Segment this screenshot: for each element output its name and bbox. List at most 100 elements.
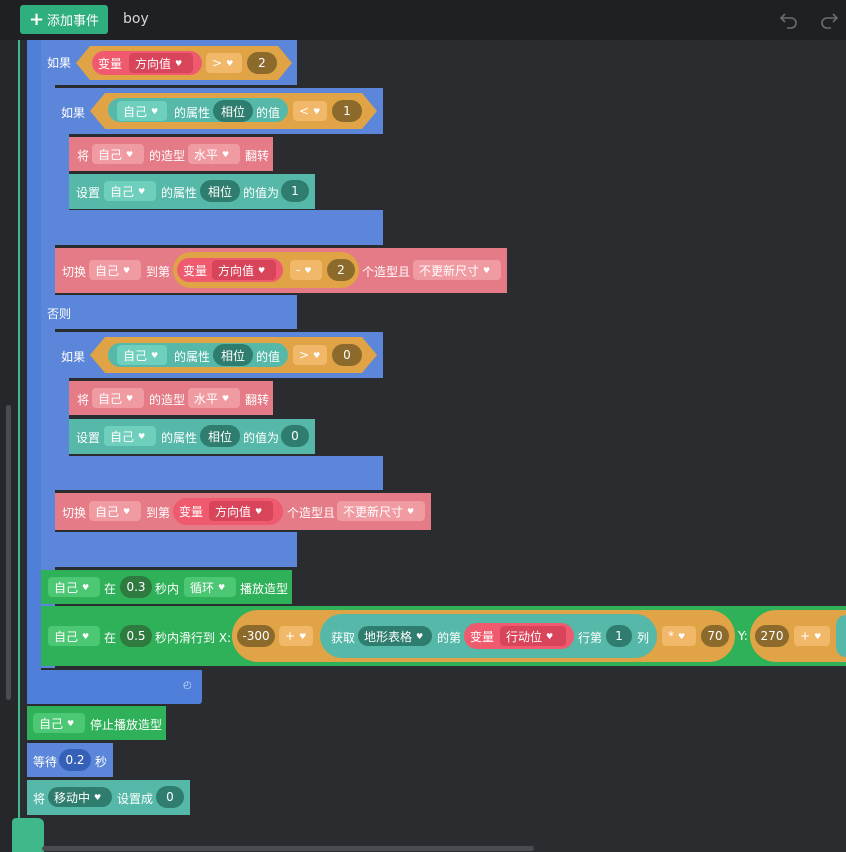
var-label: 变量 [179, 505, 204, 519]
resize-dropdown[interactable]: 不更新尺寸 ♥ [337, 501, 425, 521]
dd-text: - [296, 263, 301, 277]
stop-costume-label: 停止播放造型 [90, 718, 163, 732]
object-dropdown[interactable]: 自己 ♥ [104, 181, 156, 201]
dd-text: 移动中 [54, 790, 91, 805]
direction-dropdown[interactable]: 水平 ♥ [188, 144, 240, 164]
costume-of-label: 的造型 [149, 393, 186, 407]
variable-dropdown[interactable]: 行动位 ♥ [500, 626, 566, 646]
dd-text: > [299, 348, 310, 362]
nested-if-bottom [55, 456, 383, 490]
dd-text: 自己 [54, 629, 79, 644]
dd-text: 方向值 [215, 504, 252, 519]
dd-text: + [285, 629, 296, 643]
outer-c-arm [27, 40, 41, 704]
object-dropdown[interactable]: 自己 ♥ [92, 144, 144, 164]
vertical-scrollbar[interactable] [6, 405, 11, 700]
number-input[interactable]: 70 [701, 625, 729, 647]
object-dropdown[interactable]: 自己 ♥ [89, 501, 141, 521]
collapse-icon[interactable]: ◴ [183, 680, 192, 691]
object-dropdown[interactable]: 自己 ♥ [92, 388, 144, 408]
property-name[interactable]: 相位 [200, 425, 240, 447]
var-label: 变量 [98, 56, 123, 71]
table-dropdown[interactable]: 地形表格 ♥ [358, 626, 432, 646]
prop-of-label: 的属性 [161, 186, 198, 200]
object-dropdown[interactable]: 自己 ♥ [48, 626, 100, 646]
operator-dropdown[interactable]: > ♥ [206, 53, 242, 73]
loop-dropdown[interactable]: 循环 ♥ [184, 577, 236, 597]
number-input[interactable]: 0 [156, 786, 184, 808]
seconds-input[interactable]: 0.3 [120, 576, 152, 598]
object-dropdown[interactable]: 自己 ♥ [33, 713, 85, 733]
number-input[interactable]: 2 [327, 259, 355, 281]
prop-of-label: 的属性 [161, 431, 198, 445]
object-dropdown[interactable]: 自己 ♥ [117, 101, 167, 121]
property-name[interactable]: 相位 [213, 344, 253, 366]
variable-dropdown[interactable]: 方向值 ♥ [209, 501, 273, 521]
property-name[interactable]: 相位 [200, 180, 240, 202]
set-label: 设置 [76, 431, 101, 445]
dd-text: 自己 [39, 716, 64, 731]
number-input[interactable]: 270 [755, 625, 789, 647]
variable-dropdown[interactable]: 移动中 ♥ [48, 787, 112, 807]
object-dropdown[interactable]: 自己 ♥ [48, 577, 100, 597]
get-label: 获取 [331, 631, 356, 645]
operator-dropdown[interactable]: + ♥ [794, 626, 830, 646]
undo-icon[interactable] [778, 8, 800, 30]
add-event-button[interactable]: + 添加事件 [20, 5, 108, 34]
object-dropdown[interactable]: 自己 ♥ [89, 260, 141, 280]
number-input[interactable]: 0 [332, 344, 362, 366]
horizontal-scrollbar[interactable] [42, 846, 534, 851]
chevron-down-icon: ♥ [138, 431, 146, 441]
number-input[interactable]: 1 [332, 100, 362, 122]
number-input[interactable]: -300 [237, 625, 275, 647]
at-label: 在 [104, 582, 117, 596]
number-input[interactable]: 2 [247, 52, 277, 74]
add-event-label: 添加事件 [47, 14, 100, 29]
dd-text: 水平 [194, 391, 219, 406]
nth-label: 的第 [437, 631, 462, 645]
variable-dropdown[interactable]: 方向值 ♥ [129, 53, 193, 73]
at-label: 在 [104, 631, 117, 645]
sprite-tab[interactable]: boy [123, 11, 149, 27]
resize-dropdown[interactable]: 不更新尺寸 ♥ [413, 260, 501, 280]
operator-dropdown[interactable]: * ♥ [662, 626, 696, 646]
operator-dropdown[interactable]: < ♥ [293, 101, 327, 121]
object-dropdown[interactable]: 自己 ♥ [104, 426, 156, 446]
operator-dropdown[interactable]: + ♥ [279, 626, 313, 646]
direction-dropdown[interactable]: 水平 ♥ [188, 388, 240, 408]
play-costume-label: 播放造型 [240, 582, 289, 596]
dd-text: 自己 [123, 104, 148, 119]
chevron-down-icon: ♥ [678, 631, 686, 641]
var-label: 变量 [470, 629, 495, 644]
chevron-down-icon: ♥ [123, 506, 131, 516]
number-input[interactable]: 1 [281, 180, 309, 202]
flip-label: 翻转 [245, 149, 270, 163]
if-label: 如果 [61, 350, 86, 364]
prop-of-label: 的属性 [174, 106, 211, 120]
set-to-label: 的值为 [243, 186, 280, 200]
dd-text: 行动位 [506, 629, 543, 644]
within-label: 秒内 [155, 582, 180, 596]
redo-icon[interactable] [818, 8, 840, 30]
if-label: 如果 [47, 56, 72, 70]
variable-dropdown[interactable]: 方向值 ♥ [212, 260, 276, 280]
operator-dropdown[interactable]: > ♥ [293, 345, 327, 365]
grid-reporter-partial [836, 615, 846, 657]
number-input[interactable]: 0 [281, 425, 309, 447]
dd-text: 不更新尺寸 [419, 263, 480, 278]
property-name[interactable]: 相位 [213, 100, 253, 122]
seconds-input[interactable]: 0.5 [120, 625, 152, 647]
dd-text: 不更新尺寸 [343, 504, 404, 519]
number-input[interactable]: 1 [606, 625, 632, 647]
flip-prefix: 将 [77, 149, 90, 163]
chevron-down-icon: ♥ [218, 582, 226, 592]
if-label: 如果 [61, 106, 86, 120]
wait-seconds-input[interactable]: 0.2 [59, 749, 91, 771]
else-block-head [41, 295, 297, 329]
object-dropdown[interactable]: 自己 ♥ [117, 345, 167, 365]
operator-dropdown[interactable]: - ♥ [290, 260, 322, 280]
prop-val-label: 的值 [256, 106, 281, 120]
dd-text: 自己 [95, 504, 120, 519]
chevron-down-icon: ♥ [313, 350, 321, 360]
dd-text: 方向值 [135, 56, 172, 71]
